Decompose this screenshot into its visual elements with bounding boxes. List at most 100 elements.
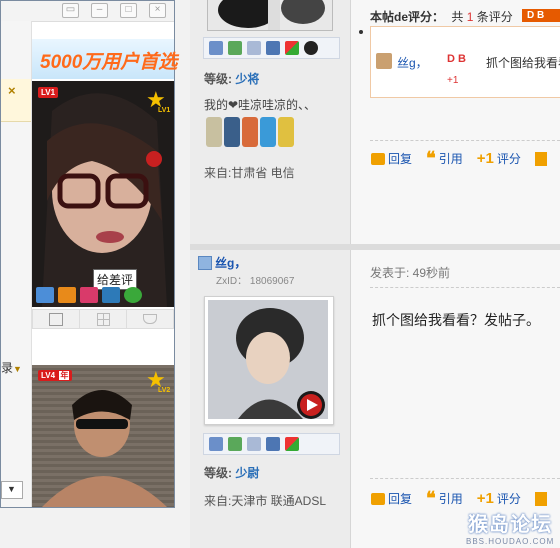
tab-profile[interactable] bbox=[33, 310, 80, 328]
author-level-2: 等级: 少尉 bbox=[204, 466, 260, 480]
rater-avatar[interactable] bbox=[376, 53, 392, 69]
qq-icon[interactable] bbox=[304, 41, 318, 55]
author-avatar-2[interactable] bbox=[204, 296, 334, 425]
quote-icon: ❝ bbox=[426, 147, 436, 169]
quote-button[interactable]: ❝ 引用 bbox=[426, 487, 463, 509]
posted-time: 发表于: 49秒前 bbox=[370, 266, 451, 280]
plus-one-icon: +1 bbox=[476, 490, 494, 507]
author-signature: 我的❤哇凉哇凉的、、 bbox=[204, 98, 317, 112]
plus-one-icon: +1 bbox=[476, 150, 494, 167]
rating-header: 本帖de评分： 共 1 条评分 bbox=[370, 10, 513, 24]
gutter-select[interactable]: ▼ bbox=[1, 481, 23, 499]
profile-card-icon[interactable] bbox=[266, 41, 280, 55]
post2-header-divider bbox=[370, 287, 560, 288]
thumbs-down-icon[interactable] bbox=[58, 287, 76, 303]
close-button[interactable]: × bbox=[149, 3, 166, 18]
more-button[interactable] bbox=[534, 150, 547, 167]
ad-text: 5000万用户首选 bbox=[40, 52, 178, 73]
user-icon bbox=[198, 255, 212, 270]
tab-cup[interactable] bbox=[127, 310, 173, 328]
quote-icon: ❝ bbox=[426, 487, 436, 509]
author-toolbar-2 bbox=[203, 433, 340, 455]
blocks-icon[interactable] bbox=[285, 437, 299, 451]
message-icon[interactable] bbox=[209, 437, 223, 451]
blocks-icon[interactable] bbox=[285, 41, 299, 55]
level-tag: LV1 bbox=[38, 87, 59, 98]
profile-card-icon[interactable] bbox=[266, 437, 280, 451]
rating-points: D B bbox=[447, 53, 466, 65]
gift-icon[interactable] bbox=[80, 287, 98, 303]
cup-icon bbox=[143, 314, 157, 324]
medal-icon[interactable] bbox=[224, 117, 240, 147]
rate-button[interactable]: +1 评分 bbox=[477, 150, 521, 167]
flag-icon bbox=[534, 491, 547, 506]
bullet bbox=[359, 30, 363, 34]
gutter-dropdown-label[interactable]: 录▼ bbox=[1, 359, 22, 376]
medal-icon[interactable] bbox=[278, 117, 294, 147]
tab-grid[interactable] bbox=[80, 310, 127, 328]
author-name-row-2: 丝g， bbox=[198, 254, 246, 271]
ad-banner[interactable]: 5000万用户首选 bbox=[32, 39, 178, 79]
level-label: 等级: bbox=[204, 72, 232, 86]
author-zxid: ZxID： 18069067 bbox=[216, 276, 295, 287]
watermark-url: BBS.HOUDAO.COM bbox=[466, 537, 555, 546]
author-toolbar-1 bbox=[203, 37, 340, 59]
post-separator bbox=[190, 244, 560, 250]
rating-box: 丝g， D B +1 抓个图给我看看 bbox=[370, 26, 560, 98]
post1-actions: 回复 ❝ 引用 +1 评分 bbox=[371, 147, 547, 169]
card-tab-row bbox=[32, 309, 174, 329]
add-friend-icon[interactable] bbox=[228, 41, 242, 55]
medal-row bbox=[206, 117, 296, 151]
level-value: 少将 bbox=[235, 72, 260, 86]
level-tag: LV4 年 bbox=[38, 370, 73, 381]
author-location-2: 来自:天津市 联通ADSL bbox=[204, 494, 327, 508]
reply-button[interactable]: 回复 bbox=[371, 490, 412, 507]
popup-window: ▭ – □ × × 录▼ ▼ 5000万用户首选 LV1 ★ LV1 给差评 L… bbox=[0, 0, 178, 508]
post1-divider bbox=[370, 140, 560, 141]
add-friend-icon[interactable] bbox=[228, 437, 242, 451]
search-icon[interactable] bbox=[247, 437, 261, 451]
rate-button[interactable]: +1 评分 bbox=[477, 490, 521, 507]
author-name[interactable]: 丝g， bbox=[215, 254, 246, 271]
medal-icon[interactable] bbox=[260, 117, 276, 147]
more-button[interactable] bbox=[534, 490, 547, 507]
reply-icon bbox=[371, 152, 385, 165]
flag-icon bbox=[534, 151, 547, 166]
quote-button[interactable]: ❝ 引用 bbox=[426, 147, 463, 169]
refresh-icon[interactable] bbox=[124, 287, 142, 303]
card-action-row bbox=[36, 285, 170, 305]
chevron-down-icon: ▼ bbox=[13, 364, 22, 374]
watermark: 猴岛论坛 BBS.HOUDAO.COM bbox=[466, 508, 554, 546]
minimize-button[interactable]: – bbox=[91, 3, 108, 18]
popup-titlebar: ▭ – □ × bbox=[1, 1, 174, 22]
reply-button[interactable]: 回复 bbox=[371, 150, 412, 167]
star-badge: ★ LV2 bbox=[146, 367, 171, 394]
thumbs-up-icon[interactable] bbox=[36, 287, 54, 303]
medal-icon[interactable] bbox=[206, 117, 222, 147]
post-content: 抓个图给我看看？发帖子。 bbox=[372, 312, 540, 328]
author-avatar-1[interactable] bbox=[207, 0, 333, 31]
message-icon[interactable] bbox=[209, 41, 223, 55]
pin-button[interactable]: ▭ bbox=[62, 3, 79, 18]
rating-delta: +1 bbox=[447, 75, 459, 86]
author-location-1: 来自:甘肃省 电信 bbox=[204, 166, 295, 180]
user-card-1[interactable]: LV1 ★ LV1 给差评 bbox=[32, 81, 174, 307]
grid-icon bbox=[96, 312, 110, 326]
post2-actions: 回复 ❝ 引用 +1 评分 bbox=[371, 487, 547, 509]
gutter-notice: × bbox=[1, 79, 31, 122]
pk-icon[interactable] bbox=[102, 287, 120, 303]
star-badge: ★ LV1 bbox=[146, 87, 171, 114]
profile-icon bbox=[49, 312, 63, 326]
reply-icon bbox=[371, 492, 385, 505]
rater-name[interactable]: 丝g， bbox=[397, 54, 428, 71]
medal-icon[interactable] bbox=[242, 117, 258, 147]
maximize-button[interactable]: □ bbox=[120, 3, 137, 18]
watermark-title: 猴岛论坛 bbox=[468, 514, 553, 536]
rating-db-badge: D B bbox=[522, 9, 560, 22]
select-arrow-icon: ▼ bbox=[7, 484, 16, 494]
user-card-2[interactable]: LV4 年 ★ LV2 bbox=[32, 365, 174, 507]
post2-divider bbox=[370, 478, 560, 479]
search-icon[interactable] bbox=[247, 41, 261, 55]
author-level-1: 等级: 少将 bbox=[204, 70, 259, 87]
notice-close-icon[interactable]: × bbox=[8, 83, 16, 98]
